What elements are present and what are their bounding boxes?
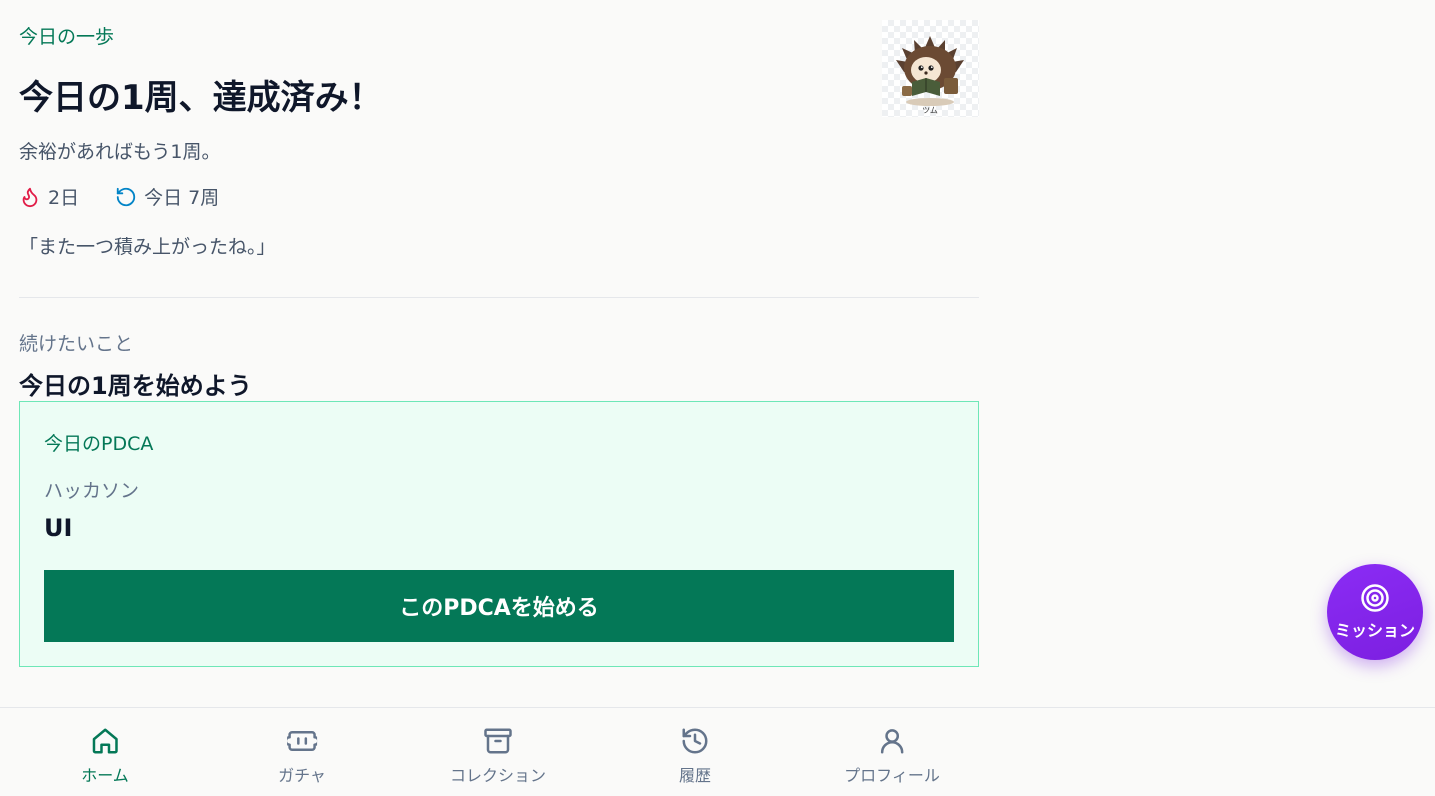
avatar-caption: ツム xyxy=(922,106,938,115)
ticket-icon xyxy=(287,731,317,751)
nav-item-home[interactable]: ホーム xyxy=(81,726,129,786)
hero-subtext: 余裕があればもう1周。 xyxy=(19,141,221,163)
refresh-icon xyxy=(116,187,136,206)
history-icon xyxy=(682,728,708,754)
home-icon xyxy=(92,728,118,754)
hedgehog-character-icon: ツム xyxy=(882,20,979,117)
card-item: UI xyxy=(44,514,73,542)
pdca-card: 今日のPDCA ハッカソン UI このPDCAを始める xyxy=(19,401,979,667)
nav-label-home: ホーム xyxy=(81,766,129,785)
nav-label-collection: コレクション xyxy=(449,766,547,785)
divider xyxy=(19,297,979,298)
nav-item-history[interactable]: 履歴 xyxy=(679,726,711,786)
nav-item-collection[interactable]: コレクション xyxy=(450,726,546,786)
section-title: 今日の1周を始めよう xyxy=(19,372,252,400)
nav-item-gacha[interactable]: ガチャ xyxy=(278,726,326,786)
page-title: 今日の1周、達成済み！ xyxy=(19,78,383,118)
card-kicker: 今日のPDCA xyxy=(44,433,154,455)
section-label: 続けたいこと xyxy=(19,333,134,355)
card-category: ハッカソン xyxy=(44,480,140,502)
laps-value: 今日 7周 xyxy=(144,187,220,209)
archive-icon xyxy=(484,728,512,754)
mission-button[interactable]: ミッション xyxy=(1327,564,1423,660)
bottom-nav: ホーム ガチャ コレクション 履歴 プロフィール xyxy=(0,707,1435,796)
nav-label-history: 履歴 xyxy=(678,766,712,785)
target-icon xyxy=(1361,584,1389,612)
start-pdca-button[interactable]: このPDCAを始める xyxy=(44,570,954,642)
nav-label-gacha: ガチャ xyxy=(278,766,326,785)
streak-value: 2日 xyxy=(48,187,80,209)
stats-row: 2日 今日 7周 xyxy=(19,183,219,210)
streak-stat: 2日 xyxy=(19,183,79,210)
nav-item-profile[interactable]: プロフィール xyxy=(844,726,940,786)
nav-label-profile: プロフィール xyxy=(844,766,940,785)
mission-label: ミッション xyxy=(1334,621,1415,640)
character-quote: 「また一つ積み上がったね。」 xyxy=(19,236,276,258)
laps-stat: 今日 7周 xyxy=(115,183,219,210)
flame-icon xyxy=(22,187,38,207)
hero-kicker: 今日の一歩 xyxy=(19,26,115,48)
user-icon xyxy=(880,729,904,754)
